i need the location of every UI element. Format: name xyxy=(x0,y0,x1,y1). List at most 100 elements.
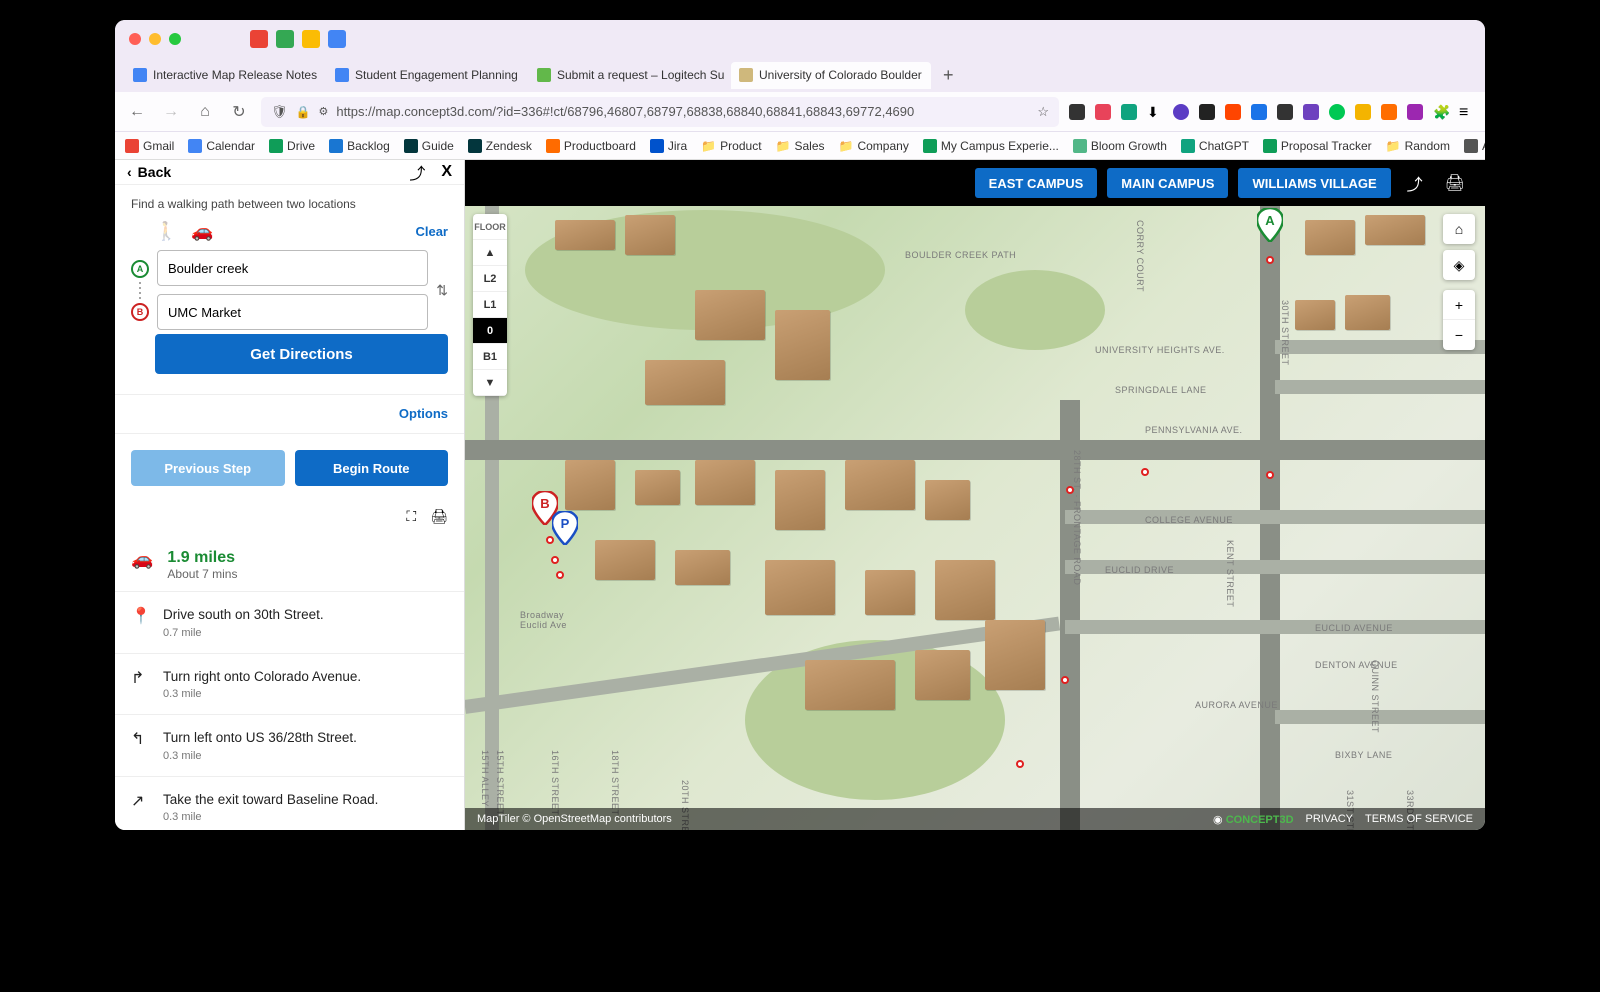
bookmark[interactable]: Gmail xyxy=(125,139,174,153)
browser-tab[interactable]: Student Engagement Planning× xyxy=(327,62,527,89)
home-map-button[interactable]: ⌂ xyxy=(1443,214,1475,244)
app-content: ‹ Back ⤴ X Find a walking path between t… xyxy=(115,160,1485,830)
ext-icon[interactable] xyxy=(1329,104,1345,120)
marker-parking[interactable]: P xyxy=(552,511,578,545)
main-campus-button[interactable]: MAIN CAMPUS xyxy=(1107,168,1228,198)
ext-icon[interactable] xyxy=(1225,104,1241,120)
street-label: Broadway Euclid Ave xyxy=(520,610,567,630)
ext-icon[interactable] xyxy=(1121,104,1137,120)
previous-step-button[interactable]: Previous Step xyxy=(131,450,285,486)
ext-icon[interactable] xyxy=(1069,104,1085,120)
east-campus-button[interactable]: EAST CAMPUS xyxy=(975,168,1098,198)
terms-link[interactable]: TERMS OF SERVICE xyxy=(1365,813,1473,825)
floor-l1[interactable]: L1 xyxy=(473,292,507,318)
floor-up-button[interactable]: ▲ xyxy=(473,240,507,266)
app-icon xyxy=(328,30,346,48)
browser-tab[interactable]: Interactive Map Release Notes× xyxy=(125,62,325,89)
bookmark[interactable]: Proposal Tracker xyxy=(1263,139,1372,153)
privacy-link[interactable]: PRIVACY xyxy=(1306,813,1353,825)
fullscreen-icon[interactable]: ⛶ xyxy=(406,508,416,525)
ext-icon[interactable] xyxy=(1407,104,1423,120)
forward-button[interactable]: → xyxy=(159,100,183,124)
bookmark[interactable]: Bloom Growth xyxy=(1073,139,1167,153)
minimize-window-button[interactable] xyxy=(149,33,161,45)
marker-a[interactable]: A xyxy=(1257,208,1283,242)
bookmark[interactable]: Guide xyxy=(404,139,454,153)
ext-icon[interactable] xyxy=(1251,104,1267,120)
bookmark[interactable]: ChatGPT xyxy=(1181,139,1249,153)
bookmark[interactable]: Productboard xyxy=(546,139,636,153)
floor-l2[interactable]: L2 xyxy=(473,266,507,292)
step-icon: ↰ xyxy=(131,729,149,762)
direction-step[interactable]: ↰Turn left onto US 36/28th Street.0.3 mi… xyxy=(115,715,464,777)
route-distance: 1.9 miles xyxy=(167,549,237,567)
get-directions-button[interactable]: Get Directions xyxy=(155,334,448,374)
zoom-in-button[interactable]: + xyxy=(1443,290,1475,320)
ext-icon[interactable] xyxy=(1095,104,1111,120)
step-icon: ↱ xyxy=(131,668,149,701)
reload-button[interactable]: ↻ xyxy=(227,100,251,124)
browser-tab[interactable]: Submit a request – Logitech Su× xyxy=(529,62,729,89)
ext-icon[interactable] xyxy=(1199,104,1215,120)
ext-icon[interactable] xyxy=(1355,104,1371,120)
to-input[interactable] xyxy=(157,294,428,330)
begin-route-button[interactable]: Begin Route xyxy=(295,450,449,486)
brand-logo[interactable]: CONCEPT3D xyxy=(1226,814,1294,826)
bookmark[interactable]: Calendar xyxy=(188,139,255,153)
lock-icon: 🔒 xyxy=(296,105,311,119)
traffic-lights xyxy=(129,33,181,45)
close-icon[interactable]: X xyxy=(441,163,452,181)
bookmark[interactable]: Zendesk xyxy=(468,139,532,153)
floor-b1[interactable]: B1 xyxy=(473,344,507,370)
layers-button[interactable]: ◈ xyxy=(1443,250,1475,280)
back-button[interactable]: ‹ Back xyxy=(127,164,171,180)
floor-0[interactable]: 0 xyxy=(473,318,507,344)
bookmark[interactable]: Backlog xyxy=(329,139,390,153)
directions-form: Find a walking path between two location… xyxy=(115,185,464,395)
clear-button[interactable]: Clear xyxy=(415,224,448,239)
direction-step[interactable]: 📍Drive south on 30th Street.0.7 mile xyxy=(115,592,464,654)
close-window-button[interactable] xyxy=(129,33,141,45)
step-text: Turn right onto Colorado Avenue. xyxy=(163,668,361,686)
ext-icon[interactable] xyxy=(1381,104,1397,120)
url-input[interactable]: 🛡 🔒 ⚙ https://map.concept3d.com/?id=336#… xyxy=(261,97,1059,127)
direction-step[interactable]: ↱ Turn right onto Colorado Avenue. 0.3 mil… xyxy=(115,654,464,716)
zoom-out-button[interactable]: − xyxy=(1443,320,1475,350)
bookmark[interactable]: 📁Product xyxy=(701,139,761,153)
bookmark[interactable]: Jira xyxy=(650,139,687,153)
map-canvas[interactable]: EAST CAMPUS MAIN CAMPUS WILLIAMS VILLAGE… xyxy=(465,160,1485,830)
from-input[interactable] xyxy=(157,250,428,286)
bookmark[interactable]: Drive xyxy=(269,139,315,153)
bookmark[interactable]: 📁Sales xyxy=(776,139,825,153)
print-icon[interactable]: 🖨 xyxy=(1439,173,1471,193)
share-icon[interactable]: ⤴ xyxy=(1401,171,1429,195)
williams-village-button[interactable]: WILLIAMS VILLAGE xyxy=(1238,168,1390,198)
download-icon[interactable]: ⬇ xyxy=(1147,104,1163,120)
print-icon[interactable]: 🖨 xyxy=(430,508,448,525)
new-tab-button[interactable]: + xyxy=(933,65,964,86)
share-icon[interactable]: ⤴ xyxy=(409,160,425,184)
puzzle-icon[interactable]: 🧩 xyxy=(1433,104,1449,120)
step-distance: 0.3 mile xyxy=(163,688,361,700)
options-link[interactable]: Options xyxy=(399,406,448,421)
home-button[interactable]: ⌂ xyxy=(193,100,217,124)
back-button[interactable]: ← xyxy=(125,100,149,124)
ext-icon[interactable] xyxy=(1173,104,1189,120)
swap-icon[interactable]: ⇅ xyxy=(436,282,448,299)
menu-icon[interactable]: ≡ xyxy=(1459,104,1475,120)
url-text: https://map.concept3d.com/?id=336#!ct/68… xyxy=(336,104,1029,119)
bookmark[interactable]: 📁Random xyxy=(1386,139,1450,153)
step-text: Drive south on 30th Street. xyxy=(163,606,324,624)
floor-down-button[interactable]: ▼ xyxy=(473,370,507,396)
ext-icon[interactable] xyxy=(1277,104,1293,120)
bookmark[interactable]: ANDI xyxy=(1464,139,1485,153)
drive-mode-icon[interactable]: 🚗 xyxy=(191,221,213,242)
browser-tab-active[interactable]: University of Colorado Boulder× xyxy=(731,62,931,89)
bookmark[interactable]: 📁Company xyxy=(839,139,909,153)
direction-step[interactable]: ↗Take the exit toward Baseline Road.0.3 … xyxy=(115,777,464,830)
maximize-window-button[interactable] xyxy=(169,33,181,45)
walk-mode-icon[interactable]: 🚶 xyxy=(155,221,177,242)
bookmark[interactable]: My Campus Experie... xyxy=(923,139,1059,153)
star-icon[interactable]: ☆ xyxy=(1037,104,1049,120)
ext-icon[interactable] xyxy=(1303,104,1319,120)
